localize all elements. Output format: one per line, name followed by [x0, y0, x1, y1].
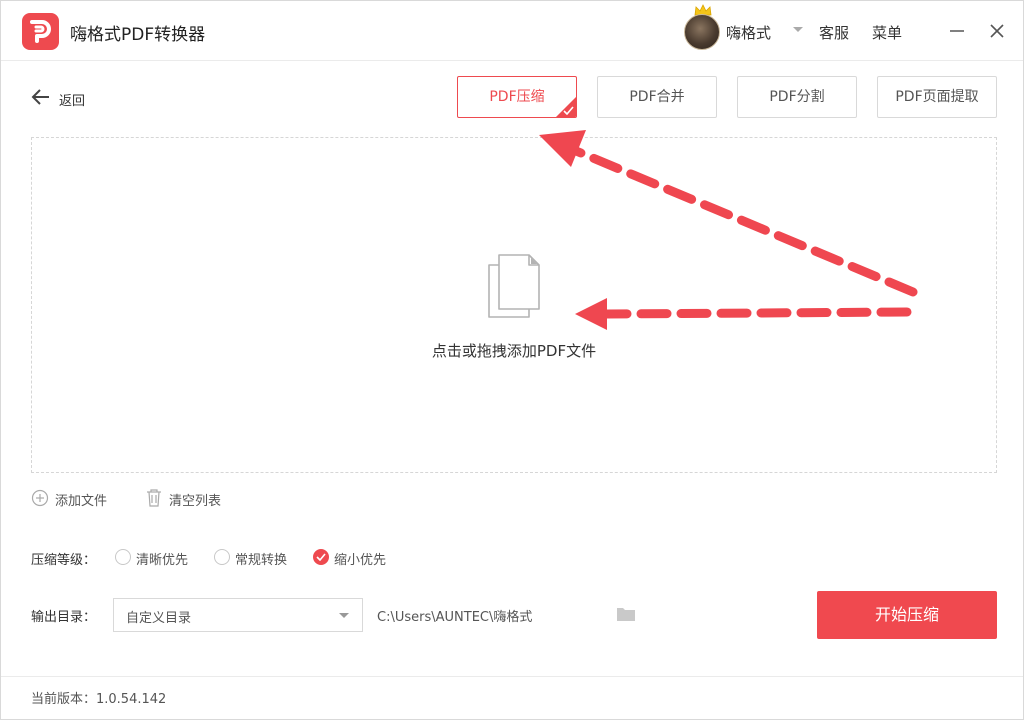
check-icon	[316, 553, 326, 561]
app-logo-icon	[22, 13, 59, 50]
chevron-down-icon	[339, 613, 349, 618]
back-label: 返回	[59, 94, 86, 109]
tab-pdf-split[interactable]: PDF分割	[737, 76, 857, 118]
app-window: 嗨格式PDF转换器 嗨格式 客服 菜单 返回 PDF压缩 PDF合并 PDF分割…	[0, 0, 1024, 720]
radio-label: 清晰优先	[136, 553, 189, 568]
chevron-down-icon[interactable]	[791, 25, 805, 35]
output-dir-select[interactable]: 自定义目录	[113, 598, 363, 632]
drop-zone-label: 点击或拖拽添加PDF文件	[431, 342, 597, 360]
radio-circle	[115, 549, 131, 565]
version-text: 当前版本：1.0.54.142	[31, 692, 167, 707]
plus-circle-icon	[31, 489, 49, 507]
start-compress-button[interactable]: 开始压缩	[817, 591, 997, 639]
tab-label: PDF压缩	[489, 89, 545, 105]
file-drop-zone[interactable]: 点击或拖拽添加PDF文件	[31, 137, 997, 473]
minimize-icon[interactable]	[947, 23, 967, 39]
title-bar: 嗨格式PDF转换器 嗨格式 客服 菜单	[1, 1, 1023, 61]
app-title: 嗨格式PDF转换器	[70, 25, 206, 45]
footer-divider	[1, 676, 1023, 677]
radio-label: 缩小优先	[334, 553, 387, 568]
radio-circle	[214, 549, 230, 565]
tab-pdf-merge[interactable]: PDF合并	[597, 76, 717, 118]
output-dir-select-value: 自定义目录	[126, 611, 192, 626]
document-icon	[488, 254, 540, 318]
tab-label: PDF分割	[769, 89, 825, 105]
user-avatar[interactable]	[684, 14, 720, 50]
close-icon[interactable]	[987, 21, 1007, 41]
tab-label: PDF合并	[629, 89, 685, 105]
radio-label: 常规转换	[235, 553, 288, 568]
tab-pdf-page-extract[interactable]: PDF页面提取	[877, 76, 997, 118]
output-dir-label: 输出目录：	[31, 610, 97, 625]
clear-list-label: 清空列表	[169, 494, 222, 509]
check-icon	[563, 106, 574, 115]
username[interactable]: 嗨格式	[726, 22, 771, 43]
tab-pdf-compress[interactable]: PDF压缩	[457, 76, 577, 118]
trash-icon	[147, 489, 161, 507]
add-file-label: 添加文件	[55, 494, 108, 509]
folder-icon[interactable]	[616, 606, 636, 622]
menu-button[interactable]: 菜单	[872, 22, 902, 43]
arrow-left-icon	[31, 89, 49, 105]
customer-service-button[interactable]: 客服	[819, 22, 849, 43]
compression-level-label: 压缩等级：	[31, 553, 97, 568]
tab-label: PDF页面提取	[895, 89, 979, 105]
output-path: C:\Users\AUNTEC\嗨格式	[377, 610, 533, 625]
